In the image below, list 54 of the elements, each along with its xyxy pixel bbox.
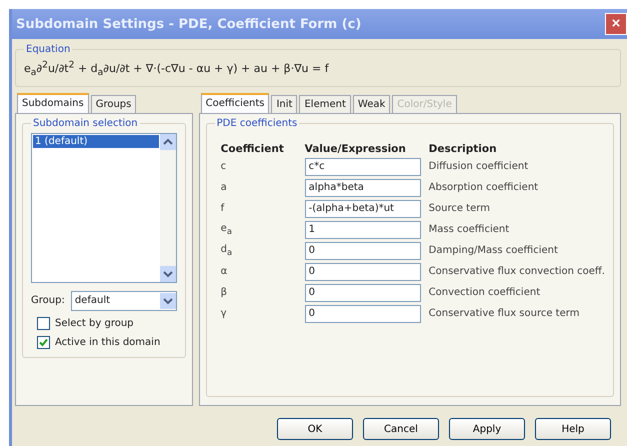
tab[interactable]: Element	[299, 94, 351, 113]
group-label: Group:	[31, 295, 65, 306]
value-field[interactable]: 0	[304, 284, 421, 302]
list-item[interactable]: 1 (default)	[33, 134, 159, 148]
value-field[interactable]: 1	[304, 220, 421, 239]
value-field[interactable]: 0	[304, 262, 421, 281]
scroll-down-icon[interactable]	[160, 292, 176, 309]
column-header: Description	[428, 142, 498, 155]
value-field[interactable]: 0	[304, 242, 421, 260]
description-text: Source term	[428, 203, 491, 214]
close-button[interactable]: ×	[605, 13, 627, 35]
coefficient-symbol: a	[220, 182, 228, 194]
coefficient-symbol: f	[220, 203, 226, 214]
group-legend: Equation	[24, 44, 72, 55]
coefficient-symbol: β	[220, 287, 228, 298]
description-text: Damping/Mass coefficient	[428, 245, 559, 256]
description-text: Conservative flux convection coeff.	[428, 266, 605, 278]
description-text: Diffusion coefficient	[428, 161, 530, 172]
coefficient-symbol: e$_{a}$	[220, 223, 233, 236]
description-text: Conservative flux source term	[428, 308, 580, 320]
tab[interactable]: Groups	[90, 94, 136, 113]
dialog-button[interactable]: Cancel	[363, 418, 439, 440]
tab[interactable]: Init	[271, 94, 298, 113]
checkbox-label: Select by group	[55, 318, 134, 329]
dialog-button[interactable]: Help	[535, 418, 611, 440]
description-text: Mass coefficient	[428, 224, 510, 236]
checkbox[interactable]	[37, 336, 50, 349]
value-field[interactable]: 0	[304, 304, 421, 323]
window-title: Subdomain Settings - PDE, Coefficient Form (c)	[16, 16, 362, 32]
coefficient-symbol: α	[220, 266, 228, 278]
value-field[interactable]: c*c	[304, 158, 421, 176]
group-legend: Subdomain selection	[31, 118, 140, 129]
column-header: Coefficient	[220, 142, 285, 155]
description-text: Absorption coefficient	[428, 182, 540, 194]
subdomain-list[interactable]: 1 (default)	[31, 132, 177, 283]
group-legend: PDE coefficients	[214, 118, 300, 129]
coefficient-symbol: c	[220, 161, 228, 172]
dialog-button[interactable]: Apply	[449, 418, 525, 440]
description-text: Convection coefficient	[428, 287, 542, 298]
scroll-up-icon[interactable]	[160, 134, 176, 150]
tab[interactable]: Coefficients	[200, 92, 270, 113]
checkbox-label: Active in this domain	[55, 336, 160, 348]
value-field[interactable]: alpha*beta	[304, 178, 421, 197]
equation-text: e$_{a}$∂$^{2}$u/∂t$^{2}$ + d$_{a}$∂u/∂t + ∇·(-c∇u - αu + γ) + au + β·∇u = f	[24, 62, 329, 75]
coefficient-symbol: d$_{a}$	[220, 244, 234, 258]
group-dropdown[interactable]: default	[70, 290, 177, 311]
tab[interactable]: Subdomains	[17, 92, 89, 113]
column-header: Value/Expression	[304, 142, 407, 155]
checkbox[interactable]	[37, 316, 50, 330]
coefficient-symbol: γ	[220, 308, 228, 320]
value-field[interactable]: -(alpha+beta)*ut	[304, 200, 421, 218]
dialog-button[interactable]: OK	[277, 418, 353, 440]
scroll-down-icon[interactable]	[160, 266, 176, 282]
tab[interactable]: Weak	[352, 94, 390, 113]
